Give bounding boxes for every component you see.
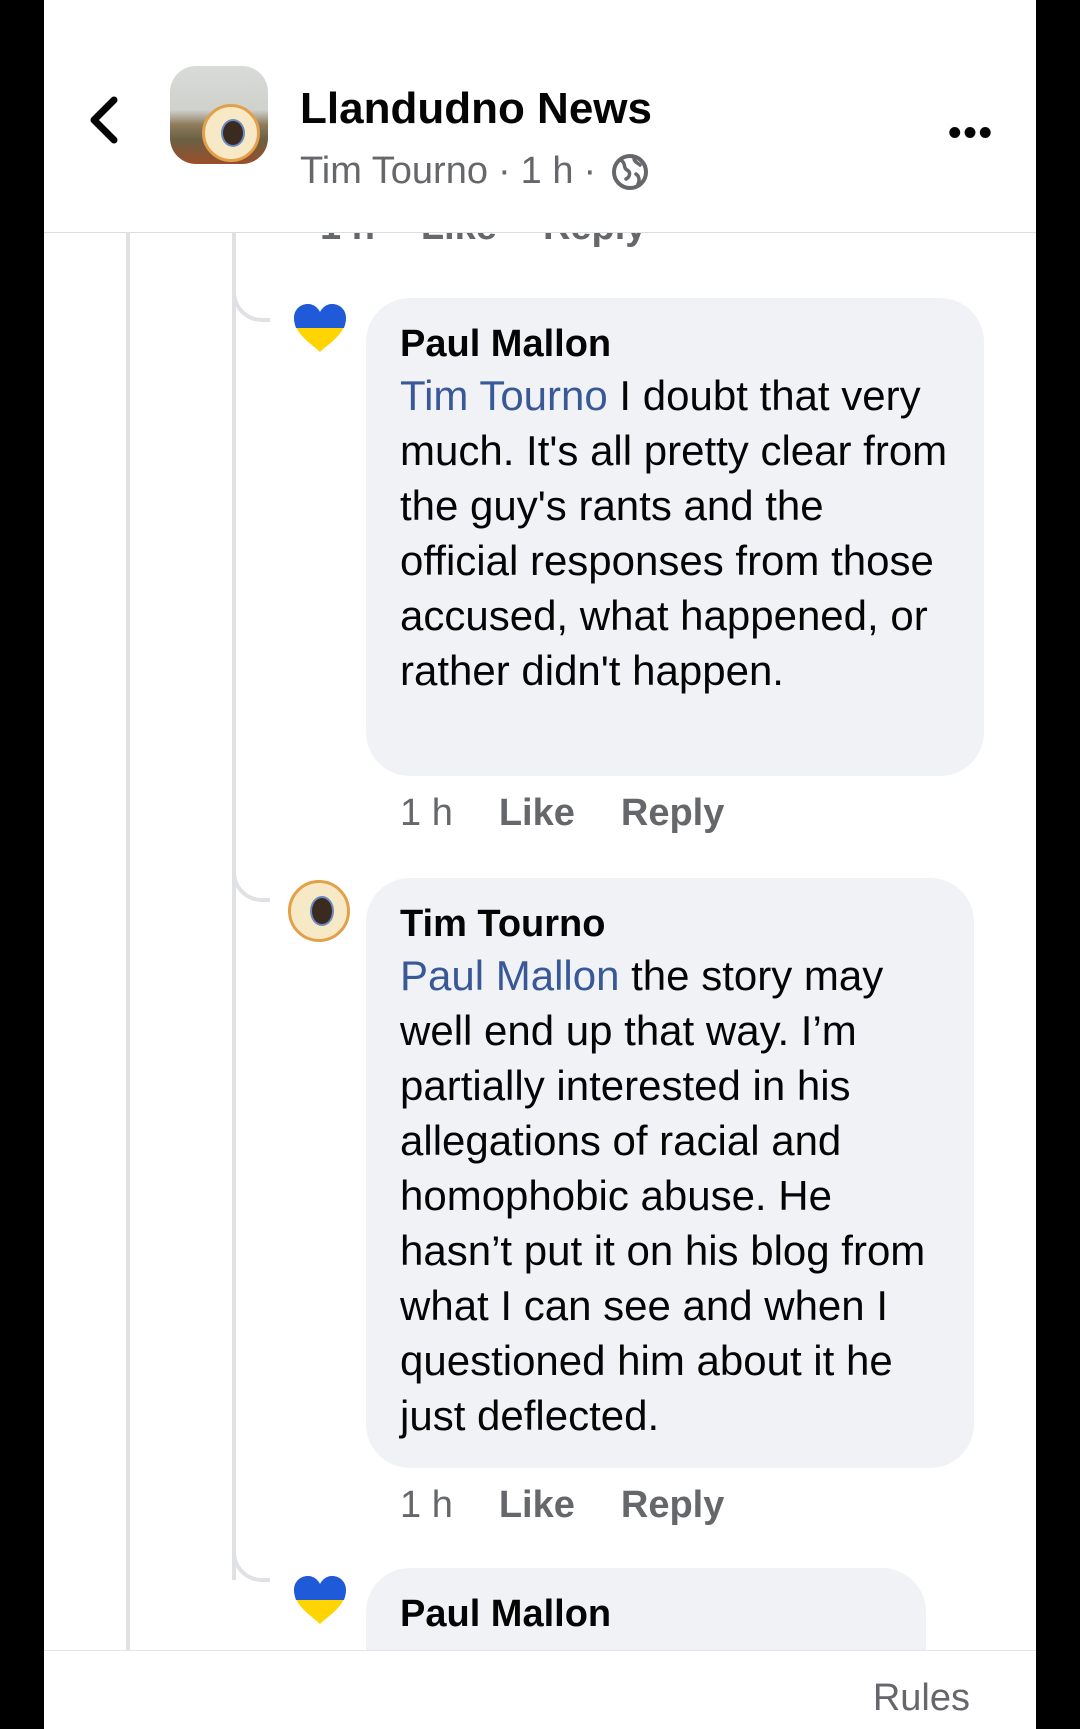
bottom-bar: Rules [44,1650,1036,1729]
page-avatar[interactable] [170,66,268,164]
mention-link[interactable]: Tim Tourno [400,372,608,419]
comment-actions: 1 h Like Reply [400,792,770,835]
comment-text: Tim Tourno I doubt that very much. It's … [400,368,950,698]
thread-line-outer [126,232,130,1652]
comment-author[interactable]: Paul Mallon [400,1590,892,1638]
more-options-button[interactable]: ••• [948,112,994,155]
comment-body: I doubt that very much. It's all pretty … [400,372,948,694]
ukraine-heart-icon[interactable] [292,302,348,354]
comment-time: 1 h [400,792,453,834]
like-button[interactable]: Like [499,1484,575,1527]
reply-connector [232,872,270,902]
reply-connector [232,292,270,322]
separator: · [497,150,511,192]
comment-body: the story may well end up that way. I’m … [400,952,926,1439]
rules-link[interactable]: Rules [873,1677,970,1720]
comment-bubble: Paul Mallon Tim Tourno I doubt that very… [366,298,984,776]
comment-author[interactable]: Tim Tourno [400,900,940,948]
heritage-badge-icon [202,104,260,162]
reply-connector [232,1552,270,1582]
reply-button[interactable]: Reply [621,792,724,835]
comment-bubble: Tim Tourno Paul Mallon the story may wel… [366,878,974,1468]
mention-link[interactable]: Paul Mallon [400,952,619,999]
page-name[interactable]: Llandudno News [300,84,652,134]
reply-button[interactable]: Reply [621,1484,724,1527]
post-author[interactable]: Tim Tourno [300,150,488,193]
tim-tourno-avatar[interactable] [288,880,350,942]
ukraine-heart-icon[interactable] [292,1574,348,1626]
comment-actions: 1 h Like Reply [400,1484,770,1527]
comment-text: Paul Mallon the story may well end up th… [400,948,940,1443]
post-meta: Tim Tourno · 1 h · [300,150,650,193]
globe-icon [612,153,649,190]
post-time[interactable]: 1 h [521,150,574,193]
comment-thread: 1 h Like Reply Paul Mallon Tim Tourno I … [44,0,1036,1729]
screen: 1 h Like Reply Paul Mallon Tim Tourno I … [44,0,1036,1729]
post-header: Llandudno News Tim Tourno · 1 h · ••• [44,0,1036,233]
comment-time: 1 h [400,1484,453,1526]
like-button[interactable]: Like [499,792,575,835]
chevron-left-icon[interactable] [84,92,124,148]
thread-line-inner [232,232,236,1580]
separator: · [583,150,597,192]
comment-author[interactable]: Paul Mallon [400,320,950,368]
